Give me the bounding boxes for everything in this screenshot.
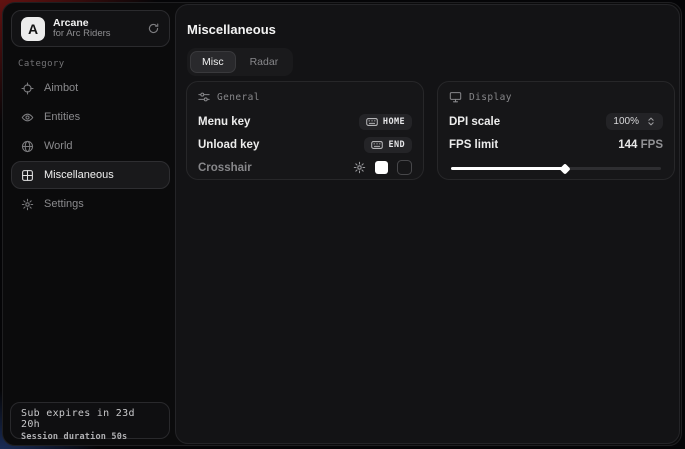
crosshair-icon bbox=[21, 82, 34, 95]
subscription-info: Sub expires in 23d 20h Session duration … bbox=[10, 402, 170, 439]
menu-key-label: Menu key bbox=[198, 116, 250, 128]
sub-expiry-text: Sub expires in 23d 20h bbox=[21, 408, 159, 430]
menu-key-value: HOME bbox=[383, 117, 405, 127]
globe-icon bbox=[21, 140, 34, 153]
dpi-scale-value: 100% bbox=[613, 116, 639, 127]
crosshair-row: Crosshair bbox=[198, 156, 412, 179]
fps-limit-value: 144 bbox=[618, 139, 637, 151]
sidebar-item-label: World bbox=[44, 140, 73, 152]
brand-logo: A bbox=[21, 17, 45, 41]
sidebar-item-label: Aimbot bbox=[44, 82, 78, 94]
unload-key-button[interactable]: END bbox=[364, 137, 412, 153]
unload-key-row: Unload key END bbox=[198, 133, 412, 156]
dpi-scale-label: DPI scale bbox=[449, 116, 500, 128]
page-title: Miscellaneous bbox=[187, 22, 276, 37]
main-panel: Miscellaneous Misc Radar General Menu ke… bbox=[175, 4, 680, 444]
sidebar-item-label: Entities bbox=[44, 111, 80, 123]
menu-key-row: Menu key HOME bbox=[198, 110, 412, 133]
fps-limit-label: FPS limit bbox=[449, 139, 498, 151]
brand-subtitle: for Arc Riders bbox=[53, 29, 111, 40]
display-card-title: Display bbox=[469, 92, 512, 103]
fps-slider-thumb[interactable] bbox=[559, 163, 570, 174]
crosshair-checkbox[interactable] bbox=[397, 160, 412, 175]
display-card: Display DPI scale 100% FPS limit bbox=[437, 81, 675, 180]
chevrons-up-down-icon bbox=[646, 116, 656, 127]
crosshair-settings-gear-icon[interactable] bbox=[353, 161, 366, 174]
brand-card: A Arcane for Arc Riders bbox=[11, 10, 170, 47]
tab-radar[interactable]: Radar bbox=[238, 51, 291, 73]
fps-limit-row: FPS limit 144 FPS bbox=[449, 133, 663, 156]
app-window: A Arcane for Arc Riders Category Aimbot bbox=[2, 2, 682, 446]
dpi-scale-row: DPI scale 100% bbox=[449, 110, 663, 133]
sliders-icon bbox=[198, 91, 210, 103]
tab-misc[interactable]: Misc bbox=[190, 51, 236, 73]
category-label: Category bbox=[18, 59, 65, 69]
fps-slider[interactable] bbox=[449, 162, 663, 174]
sidebar-item-label: Settings bbox=[44, 198, 84, 210]
keyboard-icon bbox=[366, 117, 378, 127]
crosshair-label: Crosshair bbox=[198, 162, 252, 174]
session-duration-text: Session duration 50s bbox=[21, 432, 159, 442]
refresh-icon[interactable] bbox=[147, 22, 160, 35]
monitor-icon bbox=[449, 91, 462, 103]
unload-key-label: Unload key bbox=[198, 139, 259, 151]
keyboard-icon bbox=[371, 140, 383, 150]
sidebar-item-entities[interactable]: Entities bbox=[11, 103, 170, 131]
sidebar-item-label: Miscellaneous bbox=[44, 169, 114, 181]
sidebar: A Arcane for Arc Riders Category Aimbot bbox=[3, 3, 175, 445]
sidebar-item-world[interactable]: World bbox=[11, 132, 170, 160]
dpi-scale-select[interactable]: 100% bbox=[606, 113, 663, 130]
gear-icon bbox=[21, 198, 34, 211]
menu-key-button[interactable]: HOME bbox=[359, 114, 412, 130]
crosshair-color-swatch[interactable] bbox=[375, 161, 388, 174]
fps-limit-unit: FPS bbox=[641, 139, 663, 151]
grid-icon bbox=[21, 169, 34, 182]
unload-key-value: END bbox=[388, 140, 405, 150]
eye-icon bbox=[21, 111, 34, 124]
sidebar-item-aimbot[interactable]: Aimbot bbox=[11, 74, 170, 102]
tab-bar: Misc Radar bbox=[187, 48, 293, 76]
general-card: General Menu key HOME Unload key bbox=[186, 81, 424, 180]
sidebar-item-miscellaneous[interactable]: Miscellaneous bbox=[11, 161, 170, 189]
sidebar-nav: Aimbot Entities World bbox=[11, 74, 170, 218]
fps-slider-fill bbox=[451, 167, 567, 170]
sidebar-item-settings[interactable]: Settings bbox=[11, 190, 170, 218]
general-card-title: General bbox=[217, 92, 260, 103]
cards-row: General Menu key HOME Unload key bbox=[186, 81, 675, 180]
